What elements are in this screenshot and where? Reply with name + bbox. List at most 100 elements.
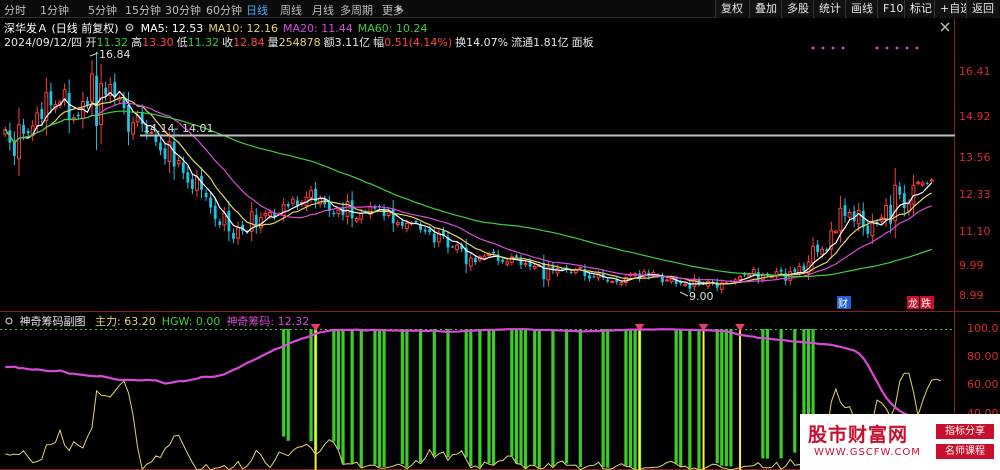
candle-body — [870, 221, 875, 237]
price-tick: 12.33 — [959, 188, 991, 202]
hgw-bar — [533, 329, 537, 465]
price-tick: 16.41 — [959, 64, 991, 78]
candle-body — [290, 198, 295, 204]
hgw-bar — [418, 329, 423, 463]
candle-body — [610, 280, 615, 283]
candle-body — [606, 279, 610, 282]
candle-body — [104, 87, 108, 95]
candle-body — [523, 263, 528, 266]
candle-body — [501, 259, 505, 262]
hgw-bar — [350, 329, 354, 464]
candle-body — [820, 248, 825, 255]
candle-body — [884, 205, 888, 220]
candle-body — [35, 112, 40, 126]
candle-body — [40, 109, 44, 120]
signal-dot — [885, 46, 889, 50]
candle-body — [866, 225, 870, 234]
hgw-bar — [724, 329, 728, 467]
price-tick: 11.10 — [959, 225, 991, 239]
signal-dot — [811, 46, 815, 50]
hgw-bar — [720, 329, 724, 466]
hgw-bar — [551, 329, 555, 467]
hgw-bar — [286, 329, 290, 441]
hgw-bar — [492, 329, 496, 465]
candle-body — [743, 274, 747, 276]
candle-body — [127, 105, 130, 132]
hgw-bar — [519, 329, 523, 465]
candle-body — [209, 197, 213, 208]
candle-body — [797, 266, 802, 274]
hgw-bar — [359, 329, 363, 468]
candle-body — [286, 203, 290, 207]
candle-body — [232, 232, 235, 239]
candle-body — [906, 203, 911, 212]
candle-body — [181, 162, 185, 173]
hgw-bar — [679, 329, 683, 467]
candle-body — [661, 276, 664, 282]
candle-body — [400, 221, 404, 226]
signal-dot — [841, 46, 845, 50]
indicator-value: 神奇筹码: 12.32 — [226, 315, 310, 328]
price-tick: 8.99 — [959, 289, 984, 303]
candle-body — [176, 159, 181, 165]
hgw-bar — [400, 329, 404, 465]
candle-body — [195, 176, 199, 191]
candle-body — [578, 266, 583, 269]
candle-body — [354, 218, 359, 222]
ma5-line — [4, 90, 933, 285]
indicator-tick: 80.00 — [967, 350, 999, 364]
candle-body — [816, 244, 820, 253]
hgw-bar — [779, 329, 783, 459]
watermark-logo: 股市财富网 WWW.GSCFW.COM 指标分享 名师课程 — [800, 414, 1000, 470]
candle-body — [17, 124, 21, 160]
candle-body — [793, 269, 797, 272]
candle-body — [515, 255, 518, 257]
watermark-badge-share: 指标分享 — [936, 424, 994, 439]
signal-dot — [831, 46, 835, 50]
indicator-value: HGW: 0.00 — [161, 315, 221, 328]
indicator-header: 神奇筹码副图 主力: 63.20 HGW: 0.00 神奇筹码: 12.32 — [4, 313, 310, 328]
candle-body — [592, 276, 596, 278]
candle-body — [482, 255, 487, 259]
watermark-title: 股市财富网 — [808, 424, 909, 446]
hgw-bar — [715, 329, 719, 464]
candle-body — [163, 148, 167, 159]
hgw-bar — [341, 329, 345, 464]
candle-body — [172, 141, 176, 167]
hgw-bar — [478, 329, 482, 468]
hgw-bar — [729, 329, 733, 467]
candle-body — [345, 201, 350, 217]
hgw-bar — [514, 329, 519, 464]
hgw-bar — [510, 329, 514, 457]
hgw-bar — [405, 329, 409, 468]
hgw-bar — [332, 329, 336, 442]
candle-body — [67, 92, 71, 120]
hgw-bar — [565, 329, 569, 464]
hgw-bar — [446, 329, 450, 458]
hgw-bar — [469, 329, 473, 467]
hgw-bar — [382, 329, 386, 467]
signal-dot — [915, 46, 919, 50]
high-price-label: 16.84 — [99, 48, 131, 61]
hgw-bar — [624, 329, 628, 466]
indicator-value: 主力: 63.20 — [95, 315, 156, 328]
candle-body — [236, 227, 240, 239]
candle-body — [619, 282, 624, 285]
watermark-url: WWW.GSCFW.COM — [814, 447, 921, 458]
candle-body — [332, 212, 336, 215]
low-price-label: 9.00 — [689, 290, 714, 303]
candle-body — [532, 265, 537, 269]
candle-body — [204, 192, 208, 198]
watermark-badge-course: 名师课程 — [936, 444, 994, 459]
kline-chart[interactable]: 16.84 14.14- 14.01 9.00 财 龙跌 — [0, 0, 1000, 470]
candle-body — [336, 209, 341, 215]
candle-body — [751, 269, 756, 275]
candle-body — [455, 244, 460, 251]
candle-body — [359, 212, 364, 220]
indicator-name: 神奇筹码副图 — [19, 315, 86, 328]
settings-icon[interactable] — [4, 316, 14, 326]
hgw-bar — [309, 329, 313, 442]
price-tick: 9.99 — [959, 258, 984, 272]
candle-body — [90, 73, 94, 102]
candle-body — [432, 233, 436, 243]
